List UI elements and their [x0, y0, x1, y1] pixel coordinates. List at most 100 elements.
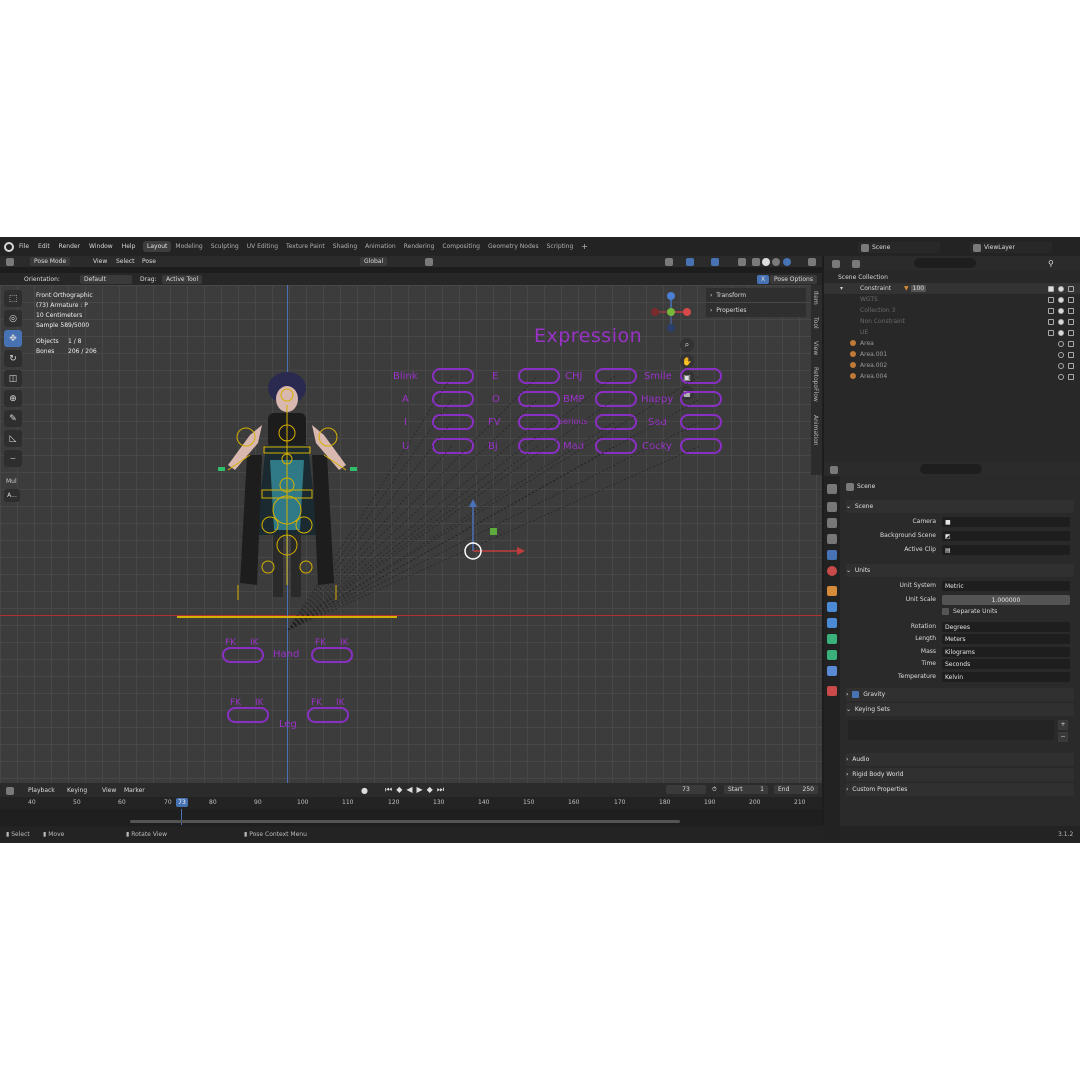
camera-field[interactable]: ■: [942, 517, 1070, 527]
eye-icon[interactable]: [1058, 318, 1064, 325]
tab-sculpting[interactable]: Sculpting: [207, 241, 243, 252]
menu-window[interactable]: Window: [89, 243, 113, 250]
menu-keying[interactable]: Keying: [67, 786, 87, 795]
mass-dropdown[interactable]: Kilograms: [942, 647, 1070, 657]
drag-dropdown[interactable]: Active Tool: [162, 275, 203, 284]
checkbox-icon[interactable]: [1048, 329, 1054, 336]
next-keyframe-icon[interactable]: ◆: [427, 785, 433, 794]
camera-icon[interactable]: [1068, 285, 1074, 292]
tab-shading[interactable]: Shading: [329, 241, 361, 252]
play-reverse-icon[interactable]: ◀: [406, 785, 412, 794]
tab-texture-paint[interactable]: Texture Paint: [282, 241, 329, 252]
play-icon[interactable]: ▶: [417, 785, 423, 794]
outliner-row-collection-3[interactable]: Collection 3: [824, 305, 1080, 316]
outliner-row-non-constraint[interactable]: Non Constraint: [824, 316, 1080, 327]
gizmo-toggle[interactable]: [686, 257, 697, 266]
jump-start-icon[interactable]: ⏮: [385, 785, 392, 795]
tab-rendering[interactable]: Rendering: [400, 241, 439, 252]
outliner-row-area-002[interactable]: Area.002: [824, 360, 1080, 371]
chevron-down-icon[interactable]: ▾: [840, 285, 843, 292]
particles-tab-icon[interactable]: [827, 618, 837, 628]
rigid-body-panel-header[interactable]: › Rigid Body World: [846, 768, 1074, 781]
checkbox-icon[interactable]: [1048, 296, 1054, 303]
tab-modeling[interactable]: Modeling: [171, 241, 206, 252]
keying-sets-list[interactable]: [848, 720, 1054, 740]
pause-render-button[interactable]: [808, 257, 819, 266]
camera-icon[interactable]: [1068, 362, 1074, 369]
display-mode-dropdown[interactable]: [852, 259, 863, 268]
outliner-row-area-004[interactable]: Area.004: [824, 371, 1080, 382]
leg-fkik-switch-left[interactable]: [227, 707, 269, 723]
current-frame-field[interactable]: 73: [666, 785, 706, 794]
menu-marker[interactable]: Marker: [124, 786, 145, 795]
camera-icon[interactable]: [1068, 329, 1074, 336]
tab-uv-editing[interactable]: UV Editing: [243, 241, 282, 252]
menu-select[interactable]: Select: [116, 257, 135, 266]
scene-panel-header[interactable]: ⌄ Scene: [846, 500, 1074, 513]
eye-closed-icon[interactable]: [1058, 351, 1064, 358]
active-clip-field[interactable]: ▤: [942, 545, 1070, 555]
hand-fkik-switch-left[interactable]: [222, 647, 264, 663]
outliner-row-ue[interactable]: UE: [824, 327, 1080, 338]
properties-editor-type[interactable]: [830, 465, 841, 474]
menu-view[interactable]: View: [93, 257, 107, 266]
filter-button[interactable]: ⚲: [1048, 259, 1054, 268]
shading-material-button[interactable]: [772, 257, 783, 266]
prev-keyframe-icon[interactable]: ◆: [396, 785, 402, 794]
texture-tab-icon[interactable]: [827, 686, 837, 696]
view-layer-tab-icon[interactable]: [827, 534, 837, 544]
world-tab-icon[interactable]: [827, 566, 837, 576]
camera-icon[interactable]: [1068, 373, 1074, 380]
tab-scripting[interactable]: Scripting: [543, 241, 578, 252]
gravity-panel-header[interactable]: › Gravity: [846, 688, 1074, 701]
add-keying-set-button[interactable]: +: [1058, 720, 1068, 730]
gravity-checkbox-icon[interactable]: [852, 691, 860, 698]
tab-compositing[interactable]: Compositing: [438, 241, 484, 252]
editor-type-button[interactable]: [6, 257, 17, 266]
outliner-row-scene-collection[interactable]: Scene Collection: [824, 272, 1080, 283]
separate-units-checkbox[interactable]: Separate Units: [942, 608, 997, 615]
preview-range-toggle[interactable]: ⏱: [712, 785, 717, 794]
constraints-tab-icon[interactable]: [827, 666, 837, 676]
outliner-row-area-001[interactable]: Area.001: [824, 349, 1080, 360]
menu-timeline-view[interactable]: View: [102, 786, 116, 795]
transform-gizmo[interactable]: [464, 499, 525, 560]
pivot-dropdown[interactable]: [425, 257, 436, 266]
tool-tab-icon[interactable]: [827, 484, 837, 494]
eye-icon[interactable]: [1058, 296, 1064, 303]
scene-selector[interactable]: Scene: [858, 242, 940, 253]
auto-key-button[interactable]: ●: [361, 786, 368, 795]
overlay-toggle[interactable]: [711, 257, 722, 266]
start-frame-field[interactable]: Start 1: [724, 785, 768, 794]
tab-layout[interactable]: Layout: [143, 241, 172, 252]
add-workspace-button[interactable]: +: [577, 242, 592, 251]
camera-icon[interactable]: [1068, 296, 1074, 303]
outliner-editor-type[interactable]: [832, 259, 843, 268]
physics-tab-icon[interactable]: [827, 634, 837, 644]
custom-properties-panel-header[interactable]: › Custom Properties: [846, 783, 1074, 796]
menu-render[interactable]: Render: [59, 243, 80, 250]
checkbox-icon[interactable]: [1048, 307, 1054, 314]
output-tab-icon[interactable]: [827, 518, 837, 528]
x-mirror-button[interactable]: X: [757, 275, 770, 284]
timeline-ruler[interactable]: 40 50 60 70 80 90 100 110 120 130 140 15…: [0, 797, 822, 809]
eye-icon[interactable]: [1058, 307, 1064, 314]
pose-options-dropdown[interactable]: Pose Options: [770, 275, 817, 284]
menu-pose[interactable]: Pose: [142, 257, 156, 266]
temperature-dropdown[interactable]: Kelvin: [942, 672, 1070, 682]
transform-orientation-dropdown[interactable]: Global: [360, 257, 388, 266]
blender-logo-icon[interactable]: [4, 242, 14, 252]
outliner-row-area[interactable]: Area: [824, 338, 1080, 349]
camera-icon[interactable]: [1068, 351, 1074, 358]
outliner-search-input[interactable]: [914, 258, 976, 268]
scene-tab-icon[interactable]: [827, 550, 837, 560]
timeline-editor-type[interactable]: [6, 786, 17, 795]
checkbox-icon[interactable]: [1048, 285, 1054, 292]
orientation-dropdown[interactable]: Default: [80, 275, 132, 284]
camera-icon[interactable]: [1068, 340, 1074, 347]
background-scene-field[interactable]: ◩: [942, 531, 1070, 541]
checkbox-icon[interactable]: [1048, 318, 1054, 325]
time-dropdown[interactable]: Seconds: [942, 659, 1070, 669]
outliner-row-wgts[interactable]: WGTS: [824, 294, 1080, 305]
timeline-scrollbar[interactable]: [130, 820, 680, 823]
